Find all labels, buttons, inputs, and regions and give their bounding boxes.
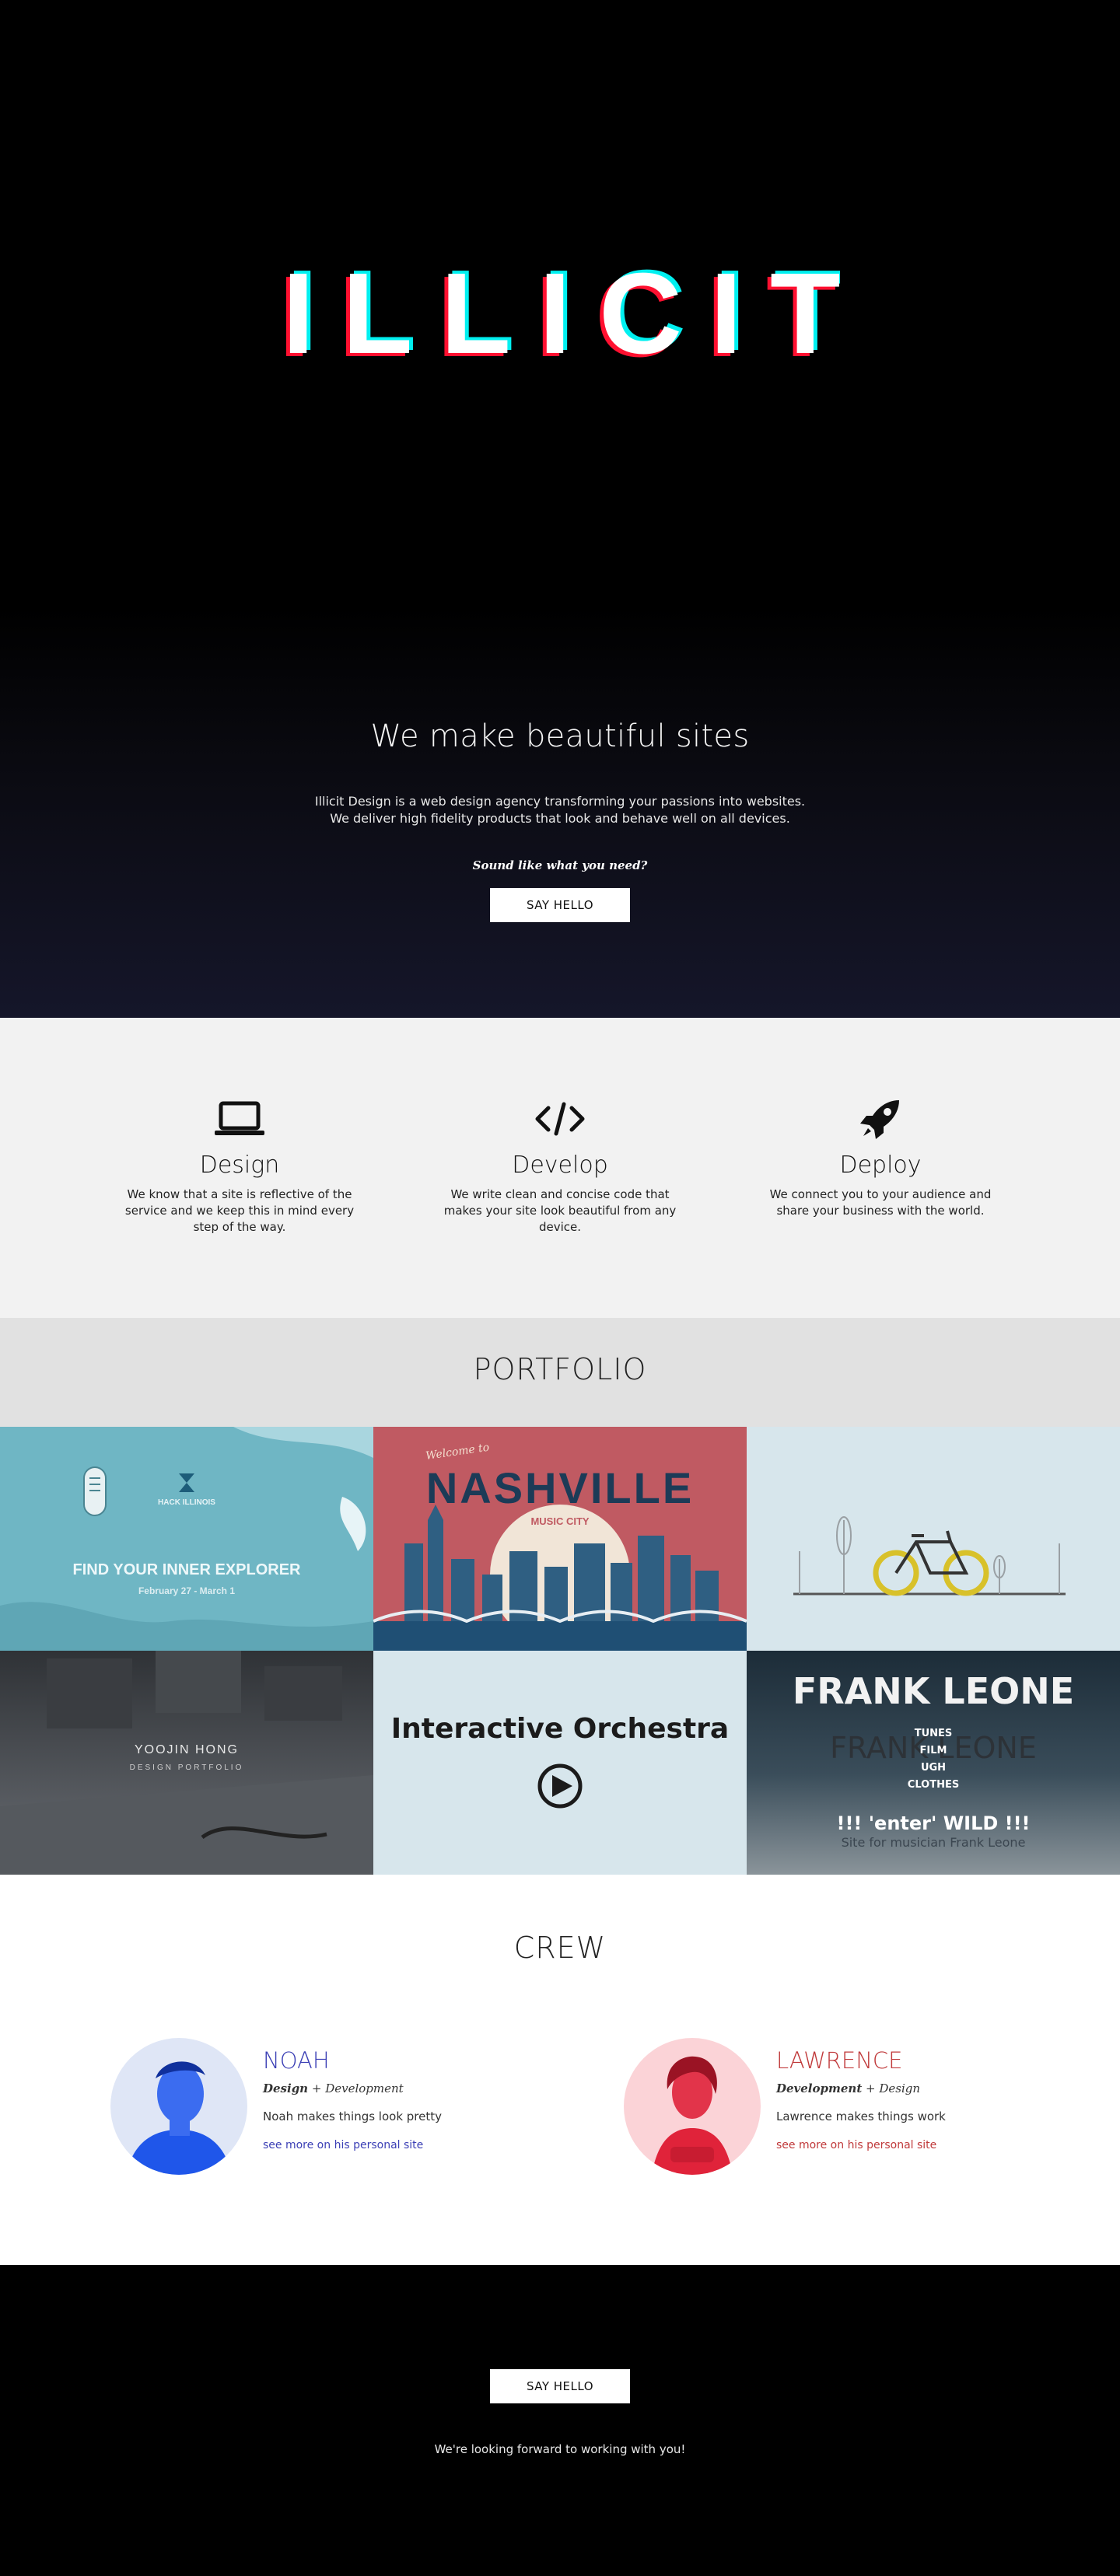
- frankleone-headline: FRANK LEONE: [793, 1670, 1074, 1712]
- service-desc: We write clean and concise code that mak…: [443, 1187, 677, 1234]
- yoojin-headline: YOOJIN HONG: [135, 1743, 239, 1756]
- crew-member-noah: NOAH Design + Development Noah makes thi…: [110, 2038, 546, 2178]
- frankleone-item: TUNES: [915, 1728, 953, 1739]
- member-name: NOAH: [263, 2047, 330, 2074]
- portfolio-tile-yoojin[interactable]: YOOJIN HONG DESIGN PORTFOLIO: [0, 1651, 373, 1875]
- hackillinois-brand: HACK ILLINOIS: [158, 1498, 215, 1507]
- services-section: Design We know that a site is reflective…: [0, 1018, 1120, 1318]
- avatar: [110, 2038, 247, 2175]
- hackillinois-headline: FIND YOUR INNER EXPLORER: [73, 1561, 302, 1578]
- member-role-main: Design: [263, 2081, 309, 2095]
- member-role: Development + Design: [776, 2081, 920, 2095]
- hero-intro: Illicit Design is a web design agency tr…: [0, 793, 1120, 827]
- portfolio-tile-hackillinois[interactable]: HACK ILLINOIS FIND YOUR INNER EXPLORER F…: [0, 1427, 373, 1651]
- yoojin-sub: DESIGN PORTFOLIO: [130, 1763, 244, 1772]
- portfolio-tile-orchestra[interactable]: Interactive Orchestra: [373, 1651, 747, 1875]
- nashville-sub: MUSIC CITY: [530, 1515, 589, 1527]
- intro-line-1: Illicit Design is a web design agency tr…: [314, 794, 806, 809]
- service-deploy: Deploy We connect you to your audience a…: [756, 1096, 1005, 1219]
- crew-heading: CREW: [513, 1931, 607, 1965]
- portfolio-tile-nashville[interactable]: Welcome to NASHVILLE MUSIC CITY: [373, 1427, 747, 1651]
- service-desc: We know that a site is reflective of the…: [124, 1187, 355, 1234]
- member-personal-site-link[interactable]: see more on his personal site: [263, 2139, 423, 2151]
- member-personal-site-link[interactable]: see more on his personal site: [776, 2139, 936, 2151]
- footer-say-hello-button[interactable]: SAY HELLO: [490, 2369, 630, 2403]
- frankleone-caption: Site for musician Frank Leone: [842, 1835, 1026, 1850]
- hero-section: ILLICIT ILLICIT ILLICIT We make beautifu…: [0, 0, 1120, 1018]
- member-desc: Lawrence makes things work: [776, 2109, 946, 2123]
- rocket-icon: [756, 1096, 1005, 1142]
- service-title: Deploy: [839, 1152, 922, 1179]
- member-desc: Noah makes things look pretty: [263, 2109, 443, 2123]
- illicit-logo: ILLICIT ILLICIT ILLICIT: [0, 247, 1120, 364]
- member-role-main: Development: [776, 2081, 863, 2095]
- hero-ask: Sound like what you need?: [472, 858, 648, 872]
- service-title: Design: [199, 1152, 280, 1179]
- footer-section: SAY HELLO We're looking forward to worki…: [0, 2265, 1120, 2576]
- member-role-plus: + Design: [866, 2081, 921, 2095]
- footer-closing: We're looking forward to working with yo…: [434, 2442, 686, 2456]
- avatar: [624, 2038, 761, 2175]
- member-name: LAWRENCE: [776, 2047, 903, 2074]
- service-develop: Develop We write clean and concise code …: [436, 1096, 684, 1236]
- say-hello-button[interactable]: SAY HELLO: [490, 888, 630, 922]
- hackillinois-dates: February 27 - March 1: [138, 1585, 235, 1596]
- service-design: Design We know that a site is reflective…: [115, 1096, 364, 1236]
- frankleone-item: FILM: [920, 1745, 947, 1756]
- orchestra-headline: Interactive Orchestra: [391, 1713, 729, 1745]
- frankleone-enter: !!! 'enter' WILD !!!: [837, 1812, 1031, 1834]
- member-role-plus: + Development: [311, 2081, 404, 2095]
- frankleone-item: UGH: [921, 1762, 946, 1774]
- intro-line-2: We deliver high fidelity products that l…: [330, 811, 790, 826]
- code-icon: [436, 1096, 684, 1142]
- hero-tagline: We make beautiful sites: [370, 718, 750, 754]
- service-desc: We connect you to your audience and shar…: [769, 1187, 992, 1218]
- portfolio-tile-bike[interactable]: [747, 1427, 1120, 1651]
- logo-white-layer: ILLICIT: [282, 250, 840, 364]
- member-role: Design + Development: [263, 2081, 404, 2095]
- frankleone-item: CLOTHES: [908, 1779, 959, 1791]
- crew-section: CREW NOAH Design + Development Noah make…: [0, 1875, 1120, 2265]
- portfolio-heading: PORTFOLIO: [0, 1318, 1120, 1427]
- portfolio-grid: HACK ILLINOIS FIND YOUR INNER EXPLORER F…: [0, 1427, 1120, 1875]
- crew-member-lawrence: LAWRENCE Development + Design Lawrence m…: [624, 2038, 1059, 2178]
- laptop-icon: [115, 1096, 364, 1142]
- portfolio-tile-frankleone[interactable]: FRANK LEONE FRANK LEONE TUNES FILM UGH C…: [747, 1651, 1120, 1875]
- microphone-icon: [83, 1466, 107, 1516]
- nashville-headline: NASHVILLE: [426, 1463, 694, 1512]
- service-title: Develop: [512, 1152, 608, 1179]
